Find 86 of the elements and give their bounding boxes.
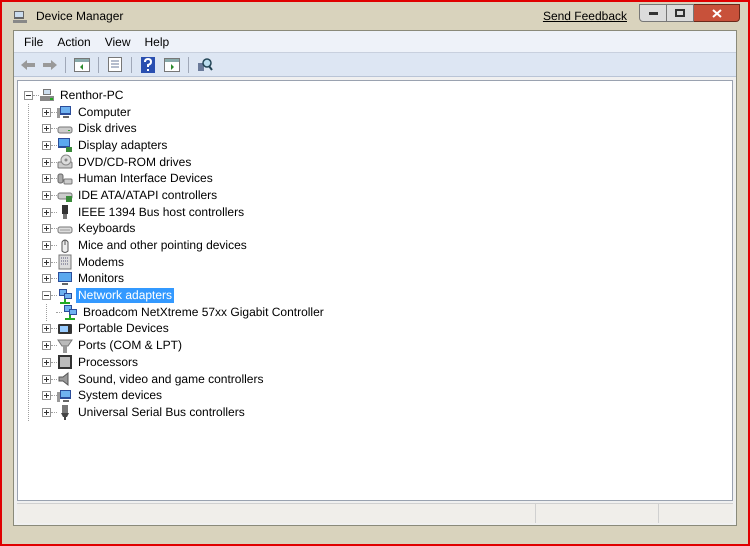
collapse-toggle[interactable]	[24, 90, 33, 100]
tree-item[interactable]: Monitors	[76, 271, 126, 286]
magnifier-computer-icon	[197, 56, 213, 72]
plus-icon	[44, 276, 49, 282]
tree-item[interactable]: Broadcom NetXtreme 57xx Gigabit Controller	[81, 304, 326, 320]
tree-item[interactable]: IEEE 1394 Bus host controllers	[76, 204, 246, 220]
tree-item[interactable]: Processors	[76, 354, 140, 370]
tree-item[interactable]: Universal Serial Bus controllers	[76, 404, 247, 420]
device-manager-icon	[12, 8, 28, 24]
expand-toggle[interactable]	[42, 324, 51, 334]
tree-item[interactable]: IDE ATA/ATAPI controllers	[76, 188, 220, 203]
minus-icon	[44, 293, 49, 298]
maximize-icon	[675, 9, 685, 17]
minimize-button[interactable]	[639, 4, 667, 22]
menu-item[interactable]: Action	[51, 32, 97, 52]
plus-icon	[44, 160, 49, 165]
expand-toggle[interactable]	[42, 374, 51, 384]
expand-toggle[interactable]	[42, 391, 51, 400]
network-icon	[62, 304, 78, 320]
collapse-toggle[interactable]	[42, 291, 51, 300]
modem-icon	[57, 254, 73, 270]
plus-icon	[44, 393, 49, 398]
disc-drive-icon	[57, 154, 73, 170]
tree-item[interactable]: Portable Devices	[76, 321, 171, 336]
plus-icon	[44, 260, 49, 265]
expand-toggle[interactable]	[42, 274, 51, 284]
plus-icon	[44, 126, 49, 132]
plus-icon	[44, 326, 49, 332]
tree-item[interactable]: Ports (COM & LPT)	[76, 338, 184, 354]
plus-icon	[44, 360, 49, 365]
close-icon	[712, 8, 722, 18]
chip-icon	[57, 354, 73, 370]
send-feedback-link[interactable]: Send Feedback	[542, 7, 627, 25]
tree-item[interactable]: System devices	[76, 388, 164, 404]
expand-toggle[interactable]	[42, 124, 51, 134]
expand-toggle[interactable]	[42, 108, 51, 117]
plus-icon	[44, 376, 49, 382]
left-arrow-icon	[20, 58, 36, 70]
menu-item[interactable]: Help	[138, 32, 176, 52]
expand-toggle[interactable]	[42, 224, 51, 234]
port-icon	[57, 338, 73, 354]
plus-icon	[44, 142, 49, 148]
plus-icon	[44, 343, 49, 348]
plus-icon	[44, 210, 49, 215]
maximize-button[interactable]	[667, 4, 694, 22]
minimize-icon	[648, 12, 658, 14]
tree-item[interactable]: Modems	[76, 254, 126, 270]
menu-item[interactable]: View	[98, 32, 136, 52]
expand-toggle[interactable]	[42, 341, 51, 350]
expand-toggle[interactable]	[42, 408, 51, 417]
expand-toggle[interactable]	[42, 190, 51, 200]
tree-item[interactable]: Renthor-PC	[58, 88, 126, 103]
plus-icon	[44, 410, 49, 415]
tree-item[interactable]: Keyboards	[76, 221, 138, 236]
close-button[interactable]	[694, 4, 740, 22]
plus-icon	[44, 243, 49, 248]
document-list-icon	[108, 57, 122, 72]
network-icon	[57, 288, 73, 304]
expand-toggle[interactable]	[42, 258, 51, 267]
plus-icon	[44, 176, 49, 182]
expand-toggle[interactable]	[42, 140, 51, 150]
computer-icon	[39, 87, 55, 104]
expand-toggle[interactable]	[42, 158, 51, 167]
menu-item[interactable]: File	[18, 32, 50, 52]
expand-toggle[interactable]	[42, 241, 51, 250]
expand-toggle[interactable]	[42, 358, 51, 367]
tree-item[interactable]: Mice and other pointing devices	[76, 238, 249, 254]
plus-icon	[44, 226, 49, 232]
monitor-card-icon	[57, 137, 73, 154]
expand-toggle[interactable]	[42, 208, 51, 217]
tree-item[interactable]: Disk drives	[76, 121, 139, 136]
plus-icon	[44, 110, 49, 115]
window-title: Device Manager	[36, 8, 124, 25]
window-panel-icon	[74, 58, 90, 72]
tree-item[interactable]: Display adapters	[76, 138, 170, 153]
help-icon	[141, 56, 155, 72]
tree-item[interactable]: Computer	[76, 104, 133, 120]
monitor-icon	[57, 270, 73, 287]
expand-toggle[interactable]	[42, 174, 51, 184]
window-panel-icon	[164, 58, 180, 72]
plus-icon	[44, 192, 49, 198]
right-arrow-icon	[42, 58, 58, 70]
tree-item[interactable]: Human Interface Devices	[76, 171, 215, 186]
minus-icon	[26, 92, 31, 98]
tree-item[interactable]: DVD/CD-ROM drives	[76, 154, 194, 170]
tree-item[interactable]: Sound, video and game controllers	[76, 372, 266, 387]
